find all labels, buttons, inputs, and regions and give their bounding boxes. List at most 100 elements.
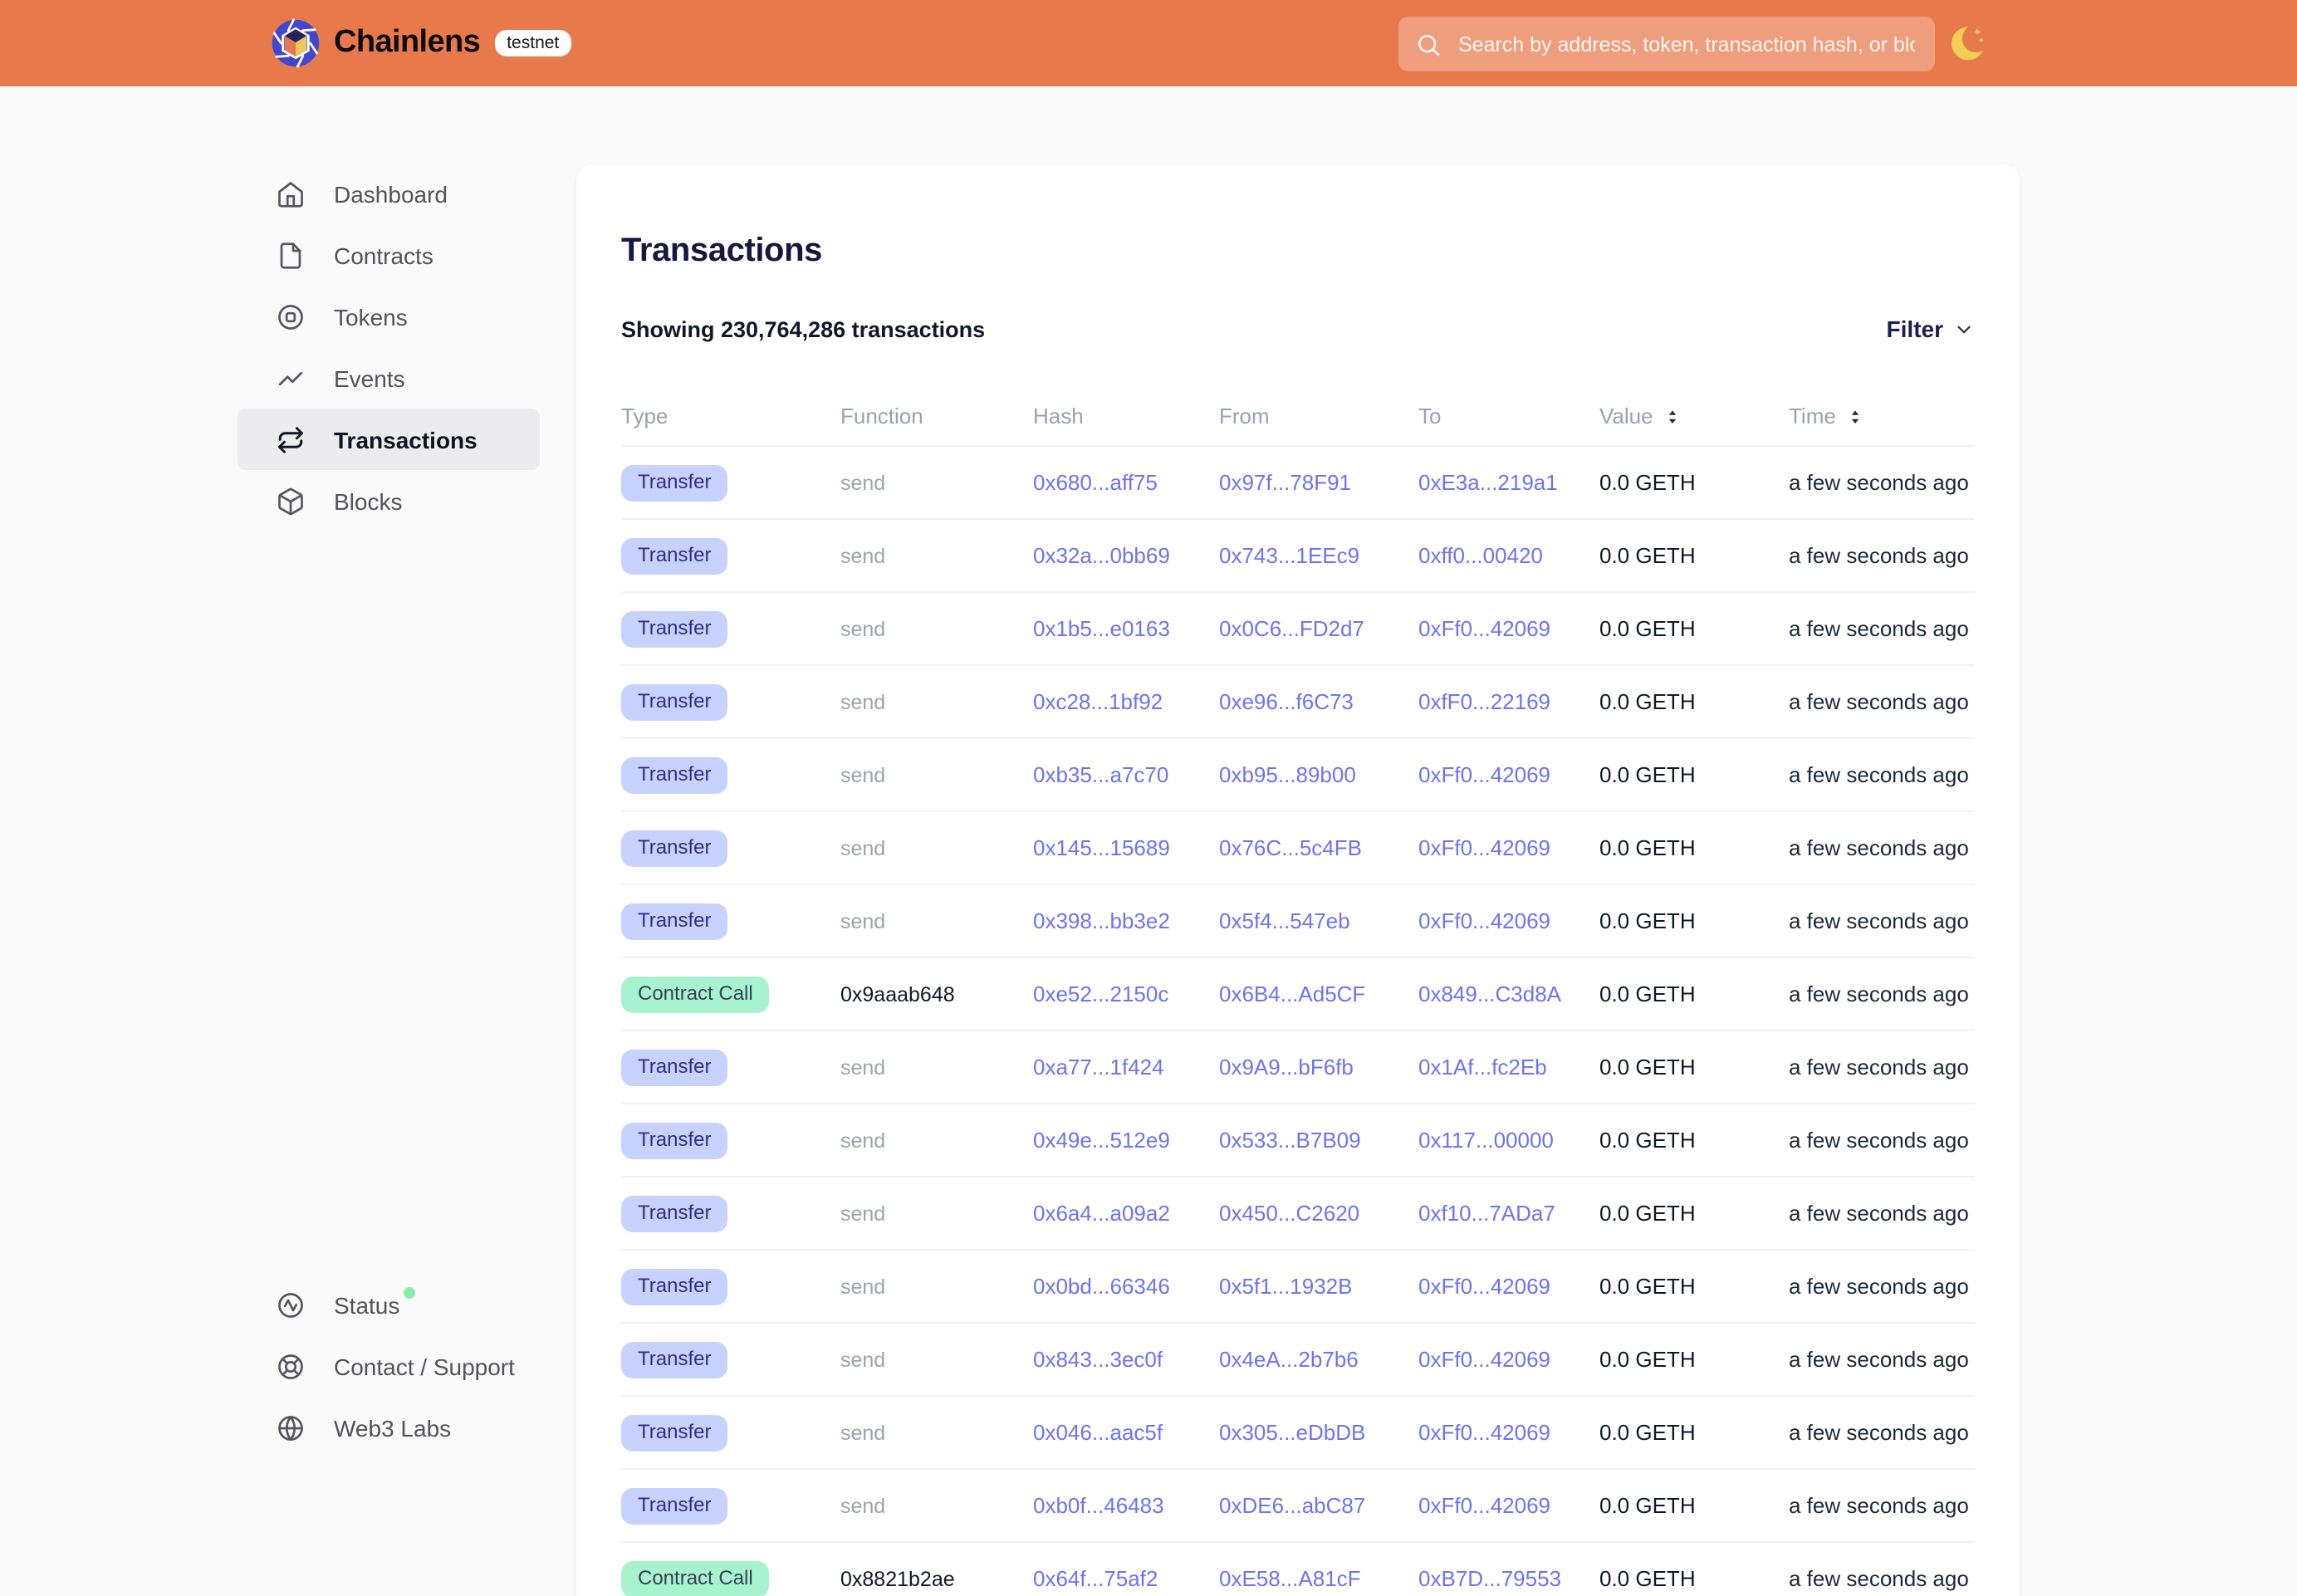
- to-link[interactable]: 0xFf0...42069: [1418, 1420, 1550, 1445]
- column-header-value[interactable]: Value: [1599, 404, 1789, 429]
- search-icon: [1415, 31, 1442, 57]
- sidebar-item-label: Dashboard: [334, 180, 448, 207]
- from-link[interactable]: 0x5f1...1932B: [1219, 1274, 1352, 1299]
- to-link[interactable]: 0x117...00000: [1418, 1128, 1554, 1153]
- to-link[interactable]: 0xE3a...219a1: [1418, 470, 1558, 495]
- column-header-time[interactable]: Time: [1789, 404, 1975, 429]
- sidebar-item-transactions[interactable]: Transactions: [238, 409, 540, 470]
- search-input[interactable]: [1455, 31, 1918, 57]
- function-label: send: [840, 1056, 885, 1080]
- sidebar-item-contact-support[interactable]: Contact / Support: [238, 1335, 540, 1397]
- function-label: send: [840, 691, 885, 714]
- logo-link[interactable]: Chainlens testnet: [271, 18, 571, 68]
- top-bar: Chainlens testnet: [0, 0, 2297, 86]
- sidebar-item-events[interactable]: Events: [238, 347, 540, 409]
- value-text: 0.0 GETH: [1599, 616, 1696, 641]
- chevron-down-icon: [1953, 319, 1975, 340]
- sort-icon[interactable]: [1663, 407, 1683, 427]
- hash-link[interactable]: 0x680...aff75: [1033, 470, 1158, 495]
- table-row: Contract Call 0x8821b2ae 0x64f...75af2 0…: [621, 1544, 1975, 1596]
- time-text: a few seconds ago: [1789, 543, 1969, 568]
- hash-link[interactable]: 0x843...3ec0f: [1033, 1347, 1163, 1372]
- sort-icon[interactable]: [1846, 407, 1866, 427]
- table-row: Transfer send 0x046...aac5f 0x305...eDbD…: [621, 1398, 1975, 1471]
- to-link[interactable]: 0xFf0...42069: [1418, 1347, 1550, 1372]
- function-label: send: [840, 837, 885, 860]
- brand-name: Chainlens: [334, 25, 480, 61]
- from-link[interactable]: 0xDE6...abC87: [1219, 1493, 1365, 1518]
- to-link[interactable]: 0xfF0...22169: [1418, 689, 1550, 714]
- column-header-to: To: [1418, 404, 1599, 429]
- hash-link[interactable]: 0x1b5...e0163: [1033, 616, 1170, 641]
- sidebar-item-label: Web3 Labs: [334, 1414, 451, 1441]
- from-link[interactable]: 0x4eA...2b7b6: [1219, 1347, 1359, 1372]
- from-link[interactable]: 0x6B4...Ad5CF: [1219, 982, 1365, 1006]
- sidebar-item-contracts[interactable]: Contracts: [238, 224, 540, 286]
- sidebar-item-label: Events: [334, 365, 405, 391]
- filter-button[interactable]: Filter: [1887, 316, 1975, 343]
- to-link[interactable]: 0xFf0...42069: [1418, 1274, 1550, 1299]
- column-header-type: Type: [621, 404, 840, 429]
- table-row: Transfer send 0xa77...1f424 0x9A9...bF6f…: [621, 1032, 1975, 1105]
- function-label: send: [840, 1422, 885, 1445]
- table-row: Transfer send 0x398...bb3e2 0x5f4...547e…: [621, 886, 1975, 959]
- hash-link[interactable]: 0xb0f...46483: [1033, 1493, 1164, 1518]
- from-link[interactable]: 0xb95...89b00: [1219, 762, 1356, 787]
- column-header-from: From: [1219, 404, 1418, 429]
- from-link[interactable]: 0x0C6...FD2d7: [1219, 616, 1364, 641]
- hash-link[interactable]: 0x32a...0bb69: [1033, 543, 1170, 568]
- to-link[interactable]: 0x849...C3d8A: [1418, 982, 1561, 1006]
- to-link[interactable]: 0xf10...7ADa7: [1418, 1201, 1555, 1226]
- value-text: 0.0 GETH: [1599, 835, 1696, 860]
- hash-link[interactable]: 0x6a4...a09a2: [1033, 1201, 1170, 1226]
- table-row: Transfer send 0x1b5...e0163 0x0C6...FD2d…: [621, 594, 1975, 667]
- hash-link[interactable]: 0x145...15689: [1033, 835, 1170, 860]
- to-link[interactable]: 0xff0...00420: [1418, 543, 1543, 568]
- hash-link[interactable]: 0x0bd...66346: [1033, 1274, 1170, 1299]
- sidebar-item-tokens[interactable]: Tokens: [238, 286, 540, 347]
- from-link[interactable]: 0x533...B7B09: [1219, 1128, 1361, 1153]
- column-header-function: Function: [840, 404, 1033, 429]
- from-link[interactable]: 0x97f...78F91: [1219, 470, 1351, 495]
- to-link[interactable]: 0xFf0...42069: [1418, 1493, 1550, 1518]
- theme-toggle-moon-icon[interactable]: [1947, 23, 1986, 63]
- sidebar-nav: Dashboard ContractsTokens Events Transactio…: [238, 163, 540, 531]
- hash-link[interactable]: 0x64f...75af2: [1033, 1566, 1158, 1591]
- from-link[interactable]: 0x9A9...bF6fb: [1219, 1055, 1354, 1080]
- token-icon: [276, 301, 306, 331]
- sidebar-item-web3-labs[interactable]: Web3 Labs: [238, 1397, 540, 1458]
- to-link[interactable]: 0xFf0...42069: [1418, 835, 1550, 860]
- transactions-table: TypeFunctionHashFromToValueTime Transfer…: [621, 388, 1975, 1596]
- from-link[interactable]: 0x743...1EEc9: [1219, 543, 1359, 568]
- hash-link[interactable]: 0x398...bb3e2: [1033, 908, 1170, 933]
- time-text: a few seconds ago: [1789, 762, 1969, 787]
- from-link[interactable]: 0xe96...f6C73: [1219, 689, 1354, 714]
- search-bar[interactable]: [1398, 17, 1935, 71]
- sidebar-item-status[interactable]: Status: [238, 1274, 540, 1335]
- time-text: a few seconds ago: [1789, 470, 1969, 495]
- from-link[interactable]: 0x76C...5c4FB: [1219, 835, 1362, 860]
- from-link[interactable]: 0x5f4...547eb: [1219, 908, 1350, 933]
- sidebar-item-blocks[interactable]: Blocks: [238, 470, 540, 531]
- to-link[interactable]: 0xFf0...42069: [1418, 762, 1550, 787]
- hash-link[interactable]: 0xe52...2150c: [1033, 982, 1168, 1006]
- from-link[interactable]: 0xE58...A81cF: [1219, 1566, 1361, 1591]
- function-label: send: [840, 472, 885, 495]
- sidebar-item-dashboard[interactable]: Dashboard: [238, 163, 540, 224]
- testnet-badge: testnet: [495, 30, 571, 56]
- hash-link[interactable]: 0x046...aac5f: [1033, 1420, 1163, 1445]
- hash-link[interactable]: 0xb35...a7c70: [1033, 762, 1168, 787]
- to-link[interactable]: 0xB7D...79553: [1418, 1566, 1561, 1591]
- function-label: send: [840, 1202, 885, 1226]
- function-label: send: [840, 1275, 885, 1299]
- hash-link[interactable]: 0xa77...1f424: [1033, 1055, 1164, 1080]
- from-link[interactable]: 0x450...C2620: [1219, 1201, 1359, 1226]
- to-link[interactable]: 0xFf0...42069: [1418, 908, 1550, 933]
- document-icon: [276, 240, 306, 270]
- to-link[interactable]: 0xFf0...42069: [1418, 616, 1550, 641]
- hash-link[interactable]: 0xc28...1bf92: [1033, 689, 1163, 714]
- time-text: a few seconds ago: [1789, 1055, 1969, 1080]
- hash-link[interactable]: 0x49e...512e9: [1033, 1128, 1170, 1153]
- to-link[interactable]: 0x1Af...fc2Eb: [1418, 1055, 1547, 1080]
- from-link[interactable]: 0x305...eDbDB: [1219, 1420, 1365, 1445]
